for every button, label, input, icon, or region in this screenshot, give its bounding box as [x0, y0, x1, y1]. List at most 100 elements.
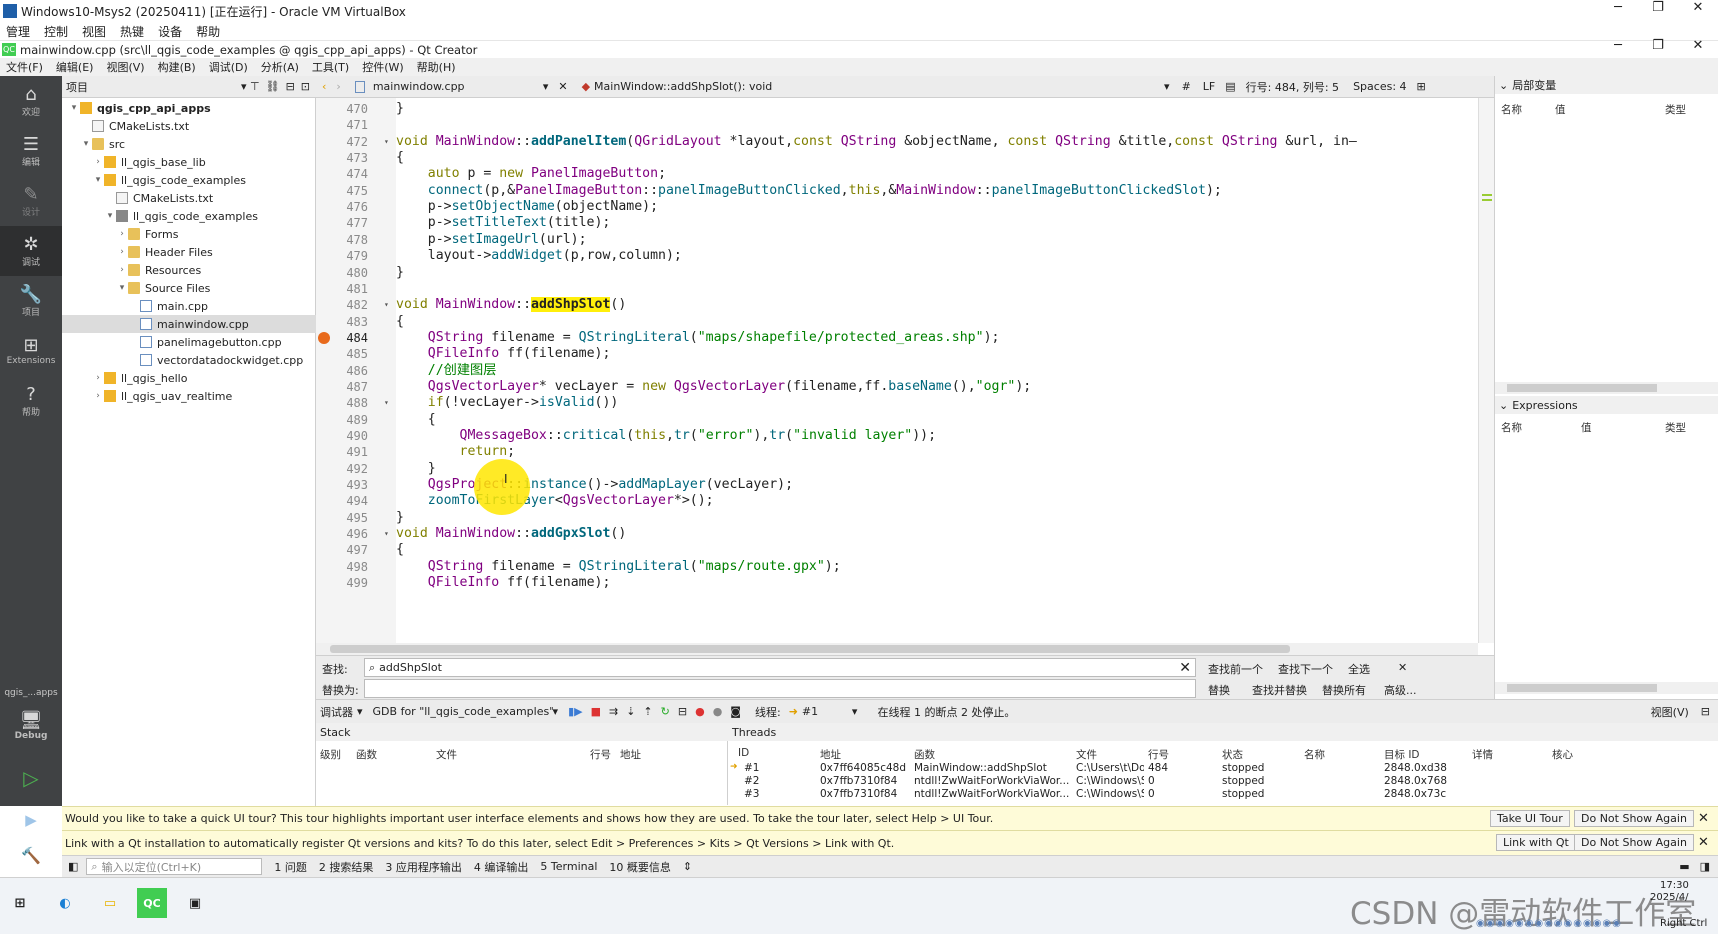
tree-item[interactable]: › Header Files [62, 243, 316, 261]
tree-item[interactable]: › Resources [62, 261, 316, 279]
locator-input[interactable]: ⌕ 输入以定位(Ctrl+K) [86, 858, 263, 875]
link-with-qt-button[interactable]: Link with Qt [1496, 834, 1576, 851]
menu-view[interactable]: 视图(V) [106, 59, 144, 75]
expand-arrow-icon[interactable]: ▾ [80, 139, 92, 149]
threads-col-header[interactable]: 函数 [914, 747, 935, 762]
chevron-down-icon[interactable]: ⌄ [1499, 79, 1508, 92]
clear-icon[interactable]: ✕ [1179, 660, 1191, 676]
find-input[interactable]: ⌕ addShpSlot ✕ [364, 658, 1196, 677]
vbox-menu-control[interactable]: 控制 [44, 23, 68, 40]
menu-file[interactable]: 文件(F) [6, 59, 43, 75]
mode-welcome[interactable]: ⌂ 欢迎 [0, 76, 62, 126]
step-into-icon[interactable]: ⇣ [626, 705, 635, 718]
thread-row[interactable]: #3 0x7ffb7310f84 ntdll!ZwWaitForWorkViaWor… [728, 788, 1718, 801]
split-editor-icon[interactable]: ⊞ [1417, 80, 1426, 93]
fold-marker-icon[interactable]: ▾ [384, 300, 389, 309]
expand-arrow-icon[interactable]: › [116, 229, 128, 239]
locals-col-type[interactable]: 类型 [1665, 102, 1686, 117]
chevron-down-icon[interactable]: ▾ [852, 705, 858, 718]
close-icon[interactable]: ✕ [1698, 811, 1709, 826]
forward-icon[interactable]: › [336, 80, 340, 93]
expr-col-value[interactable]: 值 [1581, 420, 1592, 435]
qtcreator-taskbar-icon[interactable]: QC [137, 888, 167, 918]
code-editor[interactable]: } void MainWindow::addPanelItem(QGridLayo… [396, 98, 1478, 643]
take-ui-tour-button[interactable]: Take UI Tour [1490, 810, 1570, 827]
tab-compile-output[interactable]: 4 编译输出 [474, 859, 529, 875]
expr-col-type[interactable]: 类型 [1665, 420, 1686, 435]
step-over-icon[interactable]: ⇉ [609, 705, 618, 718]
advanced-button[interactable]: 高级... [1384, 682, 1417, 698]
vbox-menu-view[interactable]: 视图 [82, 23, 106, 40]
replace-button[interactable]: 替换 [1208, 682, 1230, 698]
filter-icon[interactable]: ▾ ⊤ [241, 80, 260, 93]
close-icon[interactable]: ⊟ [1701, 705, 1710, 718]
run-icon[interactable]: ▷ [0, 766, 62, 790]
tree-item[interactable]: › Forms [62, 225, 316, 243]
expand-arrow-icon[interactable]: › [92, 373, 104, 383]
continue-icon[interactable]: ▮▶ [568, 705, 583, 718]
threads-col-header[interactable]: 文件 [1076, 747, 1097, 762]
eol-indicator[interactable]: LF [1203, 80, 1215, 93]
close-find-icon[interactable]: ✕ [1398, 661, 1407, 674]
mode-extensions[interactable]: ⊞ Extensions [0, 326, 62, 376]
breakpoint-arrow-icon[interactable] [318, 331, 330, 344]
expand-arrow-icon[interactable]: ▾ [92, 175, 104, 185]
windows-start-icon[interactable]: ⊞ [5, 888, 35, 918]
tour-dismiss-button[interactable]: Do Not Show Again [1574, 810, 1694, 827]
virtualbox-taskbar-icon[interactable]: ▣ [180, 888, 210, 918]
tree-item[interactable]: vectordatadockwidget.cpp [62, 351, 316, 369]
tab-issues[interactable]: 1 问题 [274, 859, 307, 875]
minimize-icon[interactable]: ─ [1598, 38, 1638, 53]
menu-build[interactable]: 构建(B) [158, 59, 196, 75]
threads-col-header[interactable]: 地址 [820, 747, 841, 762]
breakpoint-gray-icon[interactable]: ● [713, 705, 723, 718]
line-number-gutter[interactable]: 470 471 472 ▾ 473 474 475 476 477 478 479 480 481 482… [316, 98, 396, 643]
tree-item[interactable]: CMakeLists.txt [62, 117, 316, 135]
stop-icon[interactable]: ■ [591, 705, 601, 718]
expand-arrow-icon[interactable]: › [92, 391, 104, 401]
menu-edit[interactable]: 编辑(E) [56, 59, 94, 75]
link-dismiss-button[interactable]: Do Not Show Again [1574, 834, 1694, 851]
kit-selector[interactable]: 🖥 Debug [0, 701, 62, 751]
fold-marker-icon[interactable]: ▾ [384, 137, 389, 146]
menu-widgets[interactable]: 控件(W) [362, 59, 403, 75]
stack-col-function[interactable]: 函数 [356, 747, 377, 762]
mode-projects[interactable]: 🔧 项目 [0, 276, 62, 326]
mode-design[interactable]: ✎ 设计 [0, 176, 62, 226]
tree-item[interactable]: ▾ ll_qgis_code_examples [62, 207, 316, 225]
menu-analyze[interactable]: 分析(A) [261, 59, 299, 75]
tab-app-output[interactable]: 3 应用程序输出 [385, 859, 462, 875]
tab-general-messages[interactable]: 10 概要信息 [609, 859, 671, 875]
back-icon[interactable]: ‹ [322, 80, 326, 93]
mode-help[interactable]: ? 帮助 [0, 376, 62, 426]
close-panel-icon[interactable]: ⊡ [301, 80, 310, 93]
progress-icon[interactable]: ▬ [1679, 860, 1689, 873]
close-icon[interactable]: ✕ [1678, 0, 1718, 15]
menu-tools[interactable]: 工具(T) [312, 59, 349, 75]
threads-col-header[interactable]: 详情 [1472, 747, 1493, 762]
tree-item[interactable]: ▾ src [62, 135, 316, 153]
stack-col-level[interactable]: 级别 [320, 747, 341, 762]
locals-col-value[interactable]: 值 [1555, 102, 1566, 117]
tree-item[interactable]: › ll_qgis_hello [62, 369, 316, 387]
stack-col-file[interactable]: 文件 [436, 747, 457, 762]
expand-arrow-icon[interactable]: ▾ [68, 103, 80, 113]
tree-item[interactable]: › ll_qgis_base_lib [62, 153, 316, 171]
tree-item[interactable]: panelimagebutton.cpp [62, 333, 316, 351]
toggle-sidebar-icon[interactable]: ◧ [68, 860, 78, 873]
tree-item[interactable]: › ll_qgis_uav_realtime [62, 387, 316, 405]
tree-item[interactable]: ▾ qgis_cpp_api_apps [62, 99, 316, 117]
split-icon[interactable]: ⊟ [286, 80, 295, 93]
editor-vertical-scrollbar[interactable] [1478, 98, 1494, 643]
expand-arrow-icon[interactable]: › [116, 247, 128, 257]
expand-arrow-icon[interactable]: ▾ [116, 283, 128, 293]
editor-horizontal-scrollbar[interactable] [316, 643, 1478, 655]
camera-icon[interactable]: ◙ [730, 705, 741, 718]
build-icon[interactable]: 🔨 [0, 846, 62, 865]
hash-indicator[interactable]: # [1182, 80, 1191, 93]
find-next-button[interactable]: 查找下一个 [1278, 661, 1333, 677]
vbox-menu-manage[interactable]: 管理 [6, 23, 30, 40]
tree-item[interactable]: mainwindow.cpp [62, 315, 316, 333]
restart-icon[interactable]: ↻ [661, 705, 670, 718]
expressions-scrollbar[interactable] [1495, 682, 1718, 694]
